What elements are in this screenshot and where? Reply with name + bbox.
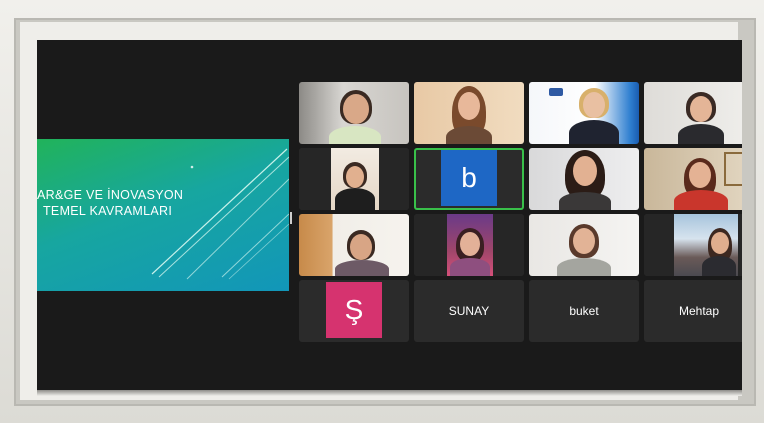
frame-bottom-shadow — [37, 390, 742, 396]
participant-name-buket: buket — [569, 304, 599, 318]
participant-face-3 — [583, 92, 605, 118]
participant-tile-11[interactable] — [529, 214, 639, 276]
participant-face-9 — [350, 234, 372, 260]
participant-tile-4[interactable] — [644, 82, 742, 144]
participant-name-mehtap: Mehtap — [678, 304, 720, 318]
participant-body-3 — [569, 120, 619, 144]
participant-tile-15[interactable]: buket — [529, 280, 639, 342]
participant-face-12 — [711, 232, 729, 254]
participant-name-sunay: SUNAY — [448, 304, 490, 318]
participant-body-8 — [674, 190, 728, 210]
meeting-window: AR&GE VE İNOVASYON TEMEL KAVRAMLARI b Ş … — [37, 40, 742, 390]
split-view-drag-handle[interactable] — [290, 212, 292, 224]
participant-avatar-6: b — [441, 150, 497, 206]
slide-title-line1: AR&GE VE İNOVASYON — [37, 188, 184, 202]
slide-title-line2: TEMEL KAVRAMLARI — [43, 204, 173, 218]
participant-body-1 — [329, 126, 381, 144]
participant-face-10 — [460, 232, 480, 256]
logo-icon — [549, 88, 563, 96]
participant-body-2 — [446, 126, 492, 144]
participant-tile-3[interactable] — [529, 82, 639, 144]
participant-face-11 — [573, 228, 595, 254]
participant-tile-6-active-speaker[interactable]: b — [414, 148, 524, 210]
participant-tile-7[interactable] — [529, 148, 639, 210]
participant-tile-14[interactable]: SUNAY — [414, 280, 524, 342]
participant-body-11 — [557, 258, 611, 276]
participant-face-7 — [573, 156, 597, 186]
participant-tile-1[interactable] — [299, 82, 409, 144]
participant-tile-9[interactable] — [299, 214, 409, 276]
participant-tile-16[interactable]: Mehtap — [644, 280, 742, 342]
shared-presentation-slide[interactable]: AR&GE VE İNOVASYON TEMEL KAVRAMLARI — [37, 139, 289, 291]
participant-face-1 — [343, 94, 369, 124]
participant-face-5 — [346, 166, 364, 188]
participant-body-9 — [335, 260, 389, 276]
participant-body-5 — [335, 188, 375, 210]
participant-body-7 — [559, 192, 611, 210]
participant-tile-10[interactable] — [414, 214, 524, 276]
participant-body-10 — [450, 258, 490, 276]
participant-face-2 — [458, 92, 480, 120]
slide-title: AR&GE VE İNOVASYON TEMEL KAVRAMLARI — [37, 187, 183, 219]
participant-body-4 — [678, 124, 724, 144]
participant-tile-2[interactable] — [414, 82, 524, 144]
participant-face-4 — [690, 96, 712, 122]
participant-body-12 — [702, 256, 736, 276]
participant-avatar-13: Ş — [326, 282, 382, 338]
participant-face-8 — [689, 162, 711, 188]
wall-picture-icon — [724, 152, 742, 186]
participant-tile-13[interactable]: Ş — [299, 280, 409, 342]
participant-tile-5[interactable] — [299, 148, 409, 210]
participant-tile-8[interactable] — [644, 148, 742, 210]
participant-tile-12[interactable] — [644, 214, 742, 276]
